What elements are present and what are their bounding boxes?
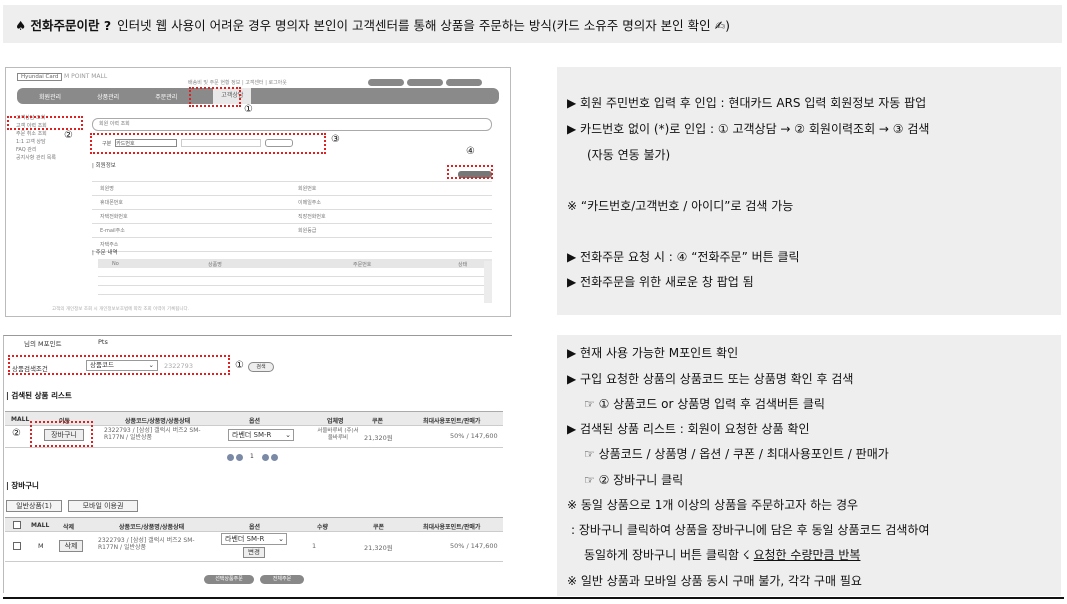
- section-search-result: | 검색된 상품 리스트: [6, 391, 72, 400]
- chevron-down-icon: ⌄: [285, 431, 291, 439]
- result-product: 2322793 / [삼성] 갤럭시 버즈2 SM-R177N / 일반상품: [104, 427, 201, 441]
- top-buttons: [368, 79, 482, 86]
- marker-1: ①: [235, 360, 244, 371]
- chevron-down-icon: ⌄: [278, 535, 284, 543]
- main-nav: 회원관리 상품관리 주문관리 고객상담: [17, 88, 499, 104]
- top-button[interactable]: [368, 79, 404, 86]
- order-all-button[interactable]: 전체주문: [260, 575, 304, 584]
- panel2-emphasis: 요청한 수량만큼 반복: [753, 548, 861, 562]
- nav-item-members[interactable]: 회원관리: [39, 92, 61, 101]
- panel2-line: ☞ ① 상품코드 or 상품명 입력 후 검색버튼 클릭: [584, 397, 825, 411]
- mpoint-unit: Pts: [98, 338, 108, 346]
- highlight-member-history: [7, 116, 83, 130]
- panel2-line: ☞ 상품코드 / 상품명 / 옵션 / 쿠폰 / 최대사용포인트 / 판매가: [584, 447, 889, 461]
- nav-item-products[interactable]: 상품관리: [97, 92, 119, 101]
- top-button[interactable]: [407, 79, 443, 86]
- section-info-title: | 회원정보: [92, 163, 116, 169]
- cart-table-header: MALL 삭제 상품코드/상품명/상품상태 옵션 수량 쿠폰 최대사용포인트/판…: [5, 517, 503, 532]
- marker-2: ②: [12, 428, 21, 439]
- order-list-scrollbar[interactable]: [484, 261, 492, 303]
- marker-3: ③: [331, 134, 340, 145]
- info-label: 자택주소: [100, 242, 119, 248]
- explanation-panel-1: ▶ 회원 주민번호 입력 후 인입 : 현대카드 ARS 입력 회원정보 자동 …: [557, 67, 1061, 315]
- cart-product: 2322793 / [삼성] 갤럭시 버즈2 SM-R177N / 일반상품: [98, 537, 195, 551]
- panel2-line: ▶ 구입 요청한 상품의 상품코드 또는 상품명 확인 후 검색: [567, 372, 854, 386]
- highlight-phone-order: [447, 165, 493, 179]
- logo: Hyundai Card: [17, 73, 63, 81]
- top-links[interactable]: 배송비 및 주문 현황 정보 | 고객센터 | 로그아웃: [188, 79, 287, 86]
- marker-1: ①: [244, 104, 253, 115]
- side-item[interactable]: 공지사항 관리 목록: [10, 154, 84, 162]
- cart-row-checkbox[interactable]: [13, 542, 21, 550]
- panel1-line: ▶ 전화주문 요청 시 : ④ “전화주문” 버튼 클릭: [567, 250, 800, 264]
- header-bar: ♠ 전화주문이란 ? 인터넷 웹 사용이 어려운 경우 명의자 본인이 고객센터…: [3, 5, 1062, 43]
- logo-mall: M POINT MALL: [64, 73, 108, 80]
- order-list-header: No 상품명 주문번호 상태: [98, 259, 492, 268]
- select-all-checkbox[interactable]: [13, 521, 21, 529]
- panel1-line: ▶ 카드번호 없이 (*)로 인입 : ① 고객상담 → ② 회원이력조회 → …: [567, 122, 930, 136]
- result-option-select[interactable]: 라벤더 SM-R ⌄: [228, 429, 294, 441]
- mpoint-label: 님의 M포인트: [24, 340, 62, 348]
- cart-option-select[interactable]: 라벤더 SM-R ⌄: [221, 533, 287, 545]
- marker-4: ④: [466, 146, 475, 157]
- panel2-line: ※ 일반 상품과 모바일 상품 동시 구매 불가, 각각 구매 필요: [567, 574, 862, 588]
- footer-note: 고객의 개인정보 조회 시 개인정보보호법에 따라 조회 이력이 기록됩니다.: [52, 307, 190, 312]
- panel1-line: (자동 연동 불가): [587, 148, 671, 162]
- info-label: 이메일주소: [298, 200, 322, 206]
- header-description: 인터넷 웹 사용이 어려운 경우 명의자 본인이 고객센터를 통해 상품을 주문…: [117, 17, 730, 33]
- highlight-search: [90, 133, 326, 154]
- cart-coupon: 21,320원: [364, 544, 393, 552]
- info-label: 회원명: [100, 186, 114, 192]
- pagination-last-icon[interactable]: [271, 454, 278, 461]
- section-cart: | 장바구니: [6, 481, 39, 490]
- cart-tab-general[interactable]: 일반상품(1): [6, 500, 62, 512]
- cart-change-button[interactable]: 변경: [243, 547, 265, 558]
- pagination-current[interactable]: 1: [250, 453, 254, 460]
- pagination-next-icon[interactable]: [262, 454, 269, 461]
- explanation-panel-2: ▶ 현재 사용 가능한 M포인트 확인 ▶ 구입 요청한 상품의 상품코드 또는…: [557, 335, 1061, 596]
- result-price: 50% / 147,600: [450, 432, 498, 440]
- search-button[interactable]: 검색: [248, 362, 274, 372]
- search-title-bar: 회원 이력 조회: [92, 118, 492, 131]
- panel2-line: ▶ 검색된 상품 리스트 : 회원이 요청한 상품 확인: [567, 422, 810, 436]
- highlight-consult-tab: [189, 87, 241, 107]
- side-item[interactable]: FAQ 관리: [10, 146, 84, 154]
- info-label: 자택전화번호: [100, 214, 128, 220]
- cart-price: 50% / 147,600: [450, 542, 498, 550]
- info-label: 휴대폰번호: [100, 200, 124, 206]
- info-label: 회원번호: [298, 186, 317, 192]
- panel2-line: 동일하게 장바구니 버튼 클릭함 ☇ 요청한 수량만큼 반복: [584, 548, 861, 562]
- bottom-rule: [3, 597, 1064, 599]
- panel1-line: ▶ 회원 주민번호 입력 후 인입 : 현대카드 ARS 입력 회원정보 자동 …: [567, 96, 927, 110]
- panel2-line: : 장바구니 클릭하여 상품을 장바구니에 담은 후 동일 상품코드 검색하여: [571, 523, 930, 537]
- marker-2: ②: [64, 130, 73, 141]
- screenshot-admin-console: Hyundai Card M POINT MALL 배송비 및 주문 현황 정보…: [5, 67, 511, 317]
- info-label: E-mail주소: [100, 228, 125, 234]
- cart-tab-mobile[interactable]: 모바일 이용권: [68, 500, 138, 512]
- result-vendor: 서울바루비 (주)서울바루비: [317, 428, 359, 441]
- panel2-line: ※ 동일 상품으로 1개 이상의 상품을 주문하고자 하는 경우: [567, 498, 859, 512]
- highlight-product-search: [8, 355, 230, 375]
- panel1-line: ▶ 전화주문을 위한 새로운 창 팝업 됨: [567, 275, 754, 289]
- info-label: 회원등급: [298, 228, 317, 234]
- pagination-prev-icon[interactable]: [236, 454, 243, 461]
- section-list-title: | 주문 내역: [92, 250, 118, 256]
- cart-mall: M: [38, 542, 44, 550]
- nav-item-orders[interactable]: 주문관리: [155, 92, 177, 101]
- header-title: ♠ 전화주문이란 ?: [15, 17, 112, 33]
- top-button[interactable]: [446, 79, 482, 86]
- pagination-first-icon[interactable]: [227, 454, 234, 461]
- cart-delete-button[interactable]: 삭제: [59, 540, 83, 552]
- panel2-line: ▶ 현재 사용 가능한 M포인트 확인: [567, 346, 739, 360]
- highlight-cart-button: [30, 421, 93, 447]
- info-label: 직장전화번호: [298, 214, 326, 220]
- cart-qty: 1: [312, 542, 317, 550]
- panel1-line: ※ “카드번호/고객번호 / 아이디”로 검색 가능: [567, 199, 794, 213]
- panel2-line: ☞ ② 장바구니 클릭: [584, 473, 684, 487]
- result-coupon: 21,320원: [364, 434, 393, 442]
- order-selected-button[interactable]: 선택상품주문: [204, 575, 254, 584]
